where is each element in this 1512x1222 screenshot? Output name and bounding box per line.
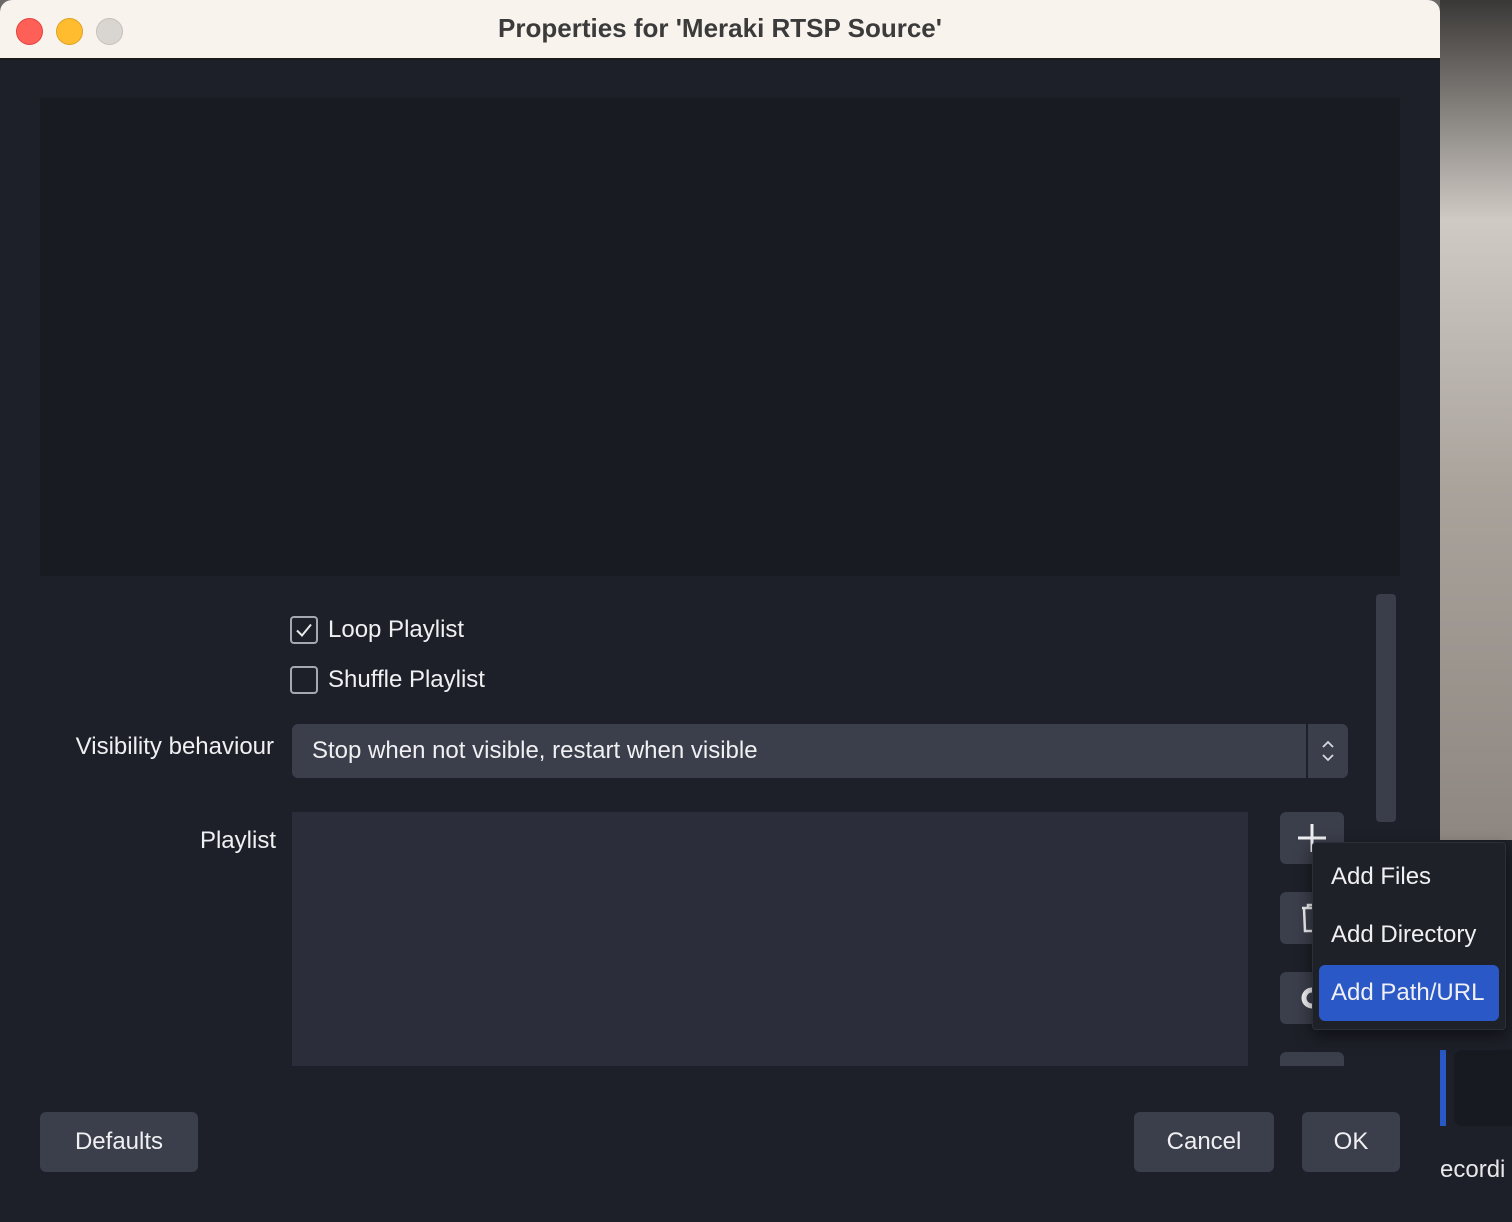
window-title: Properties for 'Meraki RTSP Source': [498, 13, 942, 43]
shuffle-playlist-checkbox[interactable]: [290, 666, 318, 694]
background-app-label: ecordi: [1440, 1156, 1506, 1183]
menu-item-add-directory[interactable]: Add Directory: [1319, 907, 1499, 963]
background-app-accent: [1440, 1050, 1446, 1126]
shuffle-playlist-label: Shuffle Playlist: [328, 666, 485, 693]
background-app-box: [1454, 1050, 1512, 1126]
menu-item-add-files[interactable]: Add Files: [1319, 849, 1499, 905]
visibility-behaviour-value: Stop when not visible, restart when visi…: [312, 737, 758, 764]
defaults-button[interactable]: Defaults: [40, 1112, 198, 1172]
visibility-behaviour-select[interactable]: Stop when not visible, restart when visi…: [292, 724, 1348, 778]
playlist-label: Playlist: [199, 827, 276, 854]
cancel-button[interactable]: Cancel: [1134, 1112, 1274, 1172]
shuffle-playlist-option[interactable]: Shuffle Playlist: [290, 666, 485, 694]
loop-playlist-option[interactable]: Loop Playlist: [290, 616, 464, 644]
loop-playlist-label: Loop Playlist: [328, 616, 465, 643]
properties-window: Properties for 'Meraki RTSP Source' Loop…: [0, 0, 1440, 1222]
title-bar: Properties for 'Meraki RTSP Source': [0, 0, 1440, 60]
updown-chevron-icon[interactable]: [1306, 724, 1348, 778]
checkmark-icon: [296, 623, 312, 637]
add-menu: Add Files Add Directory Add Path/URL: [1312, 842, 1506, 1030]
visibility-behaviour-label: Visibility behaviour: [75, 733, 274, 760]
playlist-list[interactable]: [292, 812, 1248, 1066]
move-button[interactable]: [1280, 1052, 1344, 1066]
menu-item-add-path-url[interactable]: Add Path/URL: [1319, 965, 1499, 1021]
loop-playlist-checkbox[interactable]: [290, 616, 318, 644]
source-preview: [40, 98, 1400, 576]
ok-button[interactable]: OK: [1302, 1112, 1400, 1172]
properties-scrollbar[interactable]: [1376, 594, 1396, 822]
